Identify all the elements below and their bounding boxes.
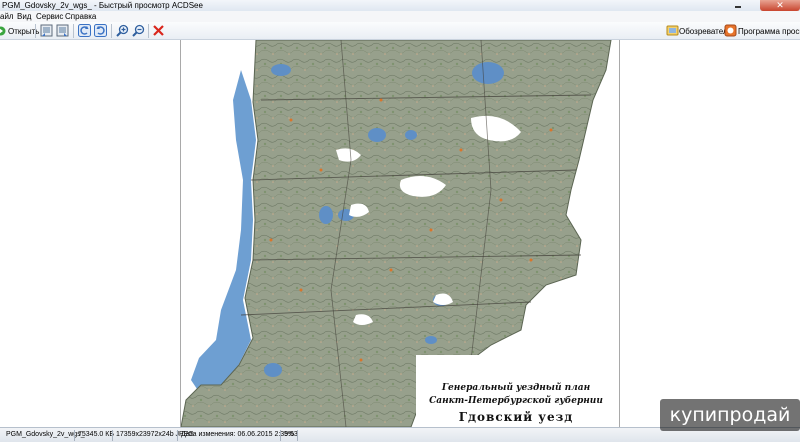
status-divider <box>280 430 281 441</box>
menu-service[interactable]: Сервис <box>36 11 63 22</box>
minimize-button[interactable] <box>733 1 743 9</box>
viewer-button[interactable]: Программа просмотр <box>722 23 800 38</box>
browser-icon <box>666 25 679 36</box>
toolbar-separator <box>111 24 112 38</box>
menu-file[interactable]: айл <box>0 11 14 22</box>
watermark: купипродай <box>660 399 800 431</box>
viewer-icon <box>724 24 737 37</box>
next-image-icon[interactable] <box>56 24 69 37</box>
status-divider <box>297 430 298 441</box>
toolbar-separator <box>35 24 36 38</box>
zoom-out-icon[interactable] <box>132 24 145 37</box>
viewer-label: Программа просмотр <box>738 27 800 36</box>
close-icon: ✕ <box>776 0 784 10</box>
menu-view[interactable]: Вид <box>17 11 31 22</box>
menu-bar: айл Вид Сервис Справка <box>0 11 800 22</box>
map-caption: Генеральный уездный план Санкт-Петербург… <box>416 382 616 426</box>
status-divider <box>177 430 178 441</box>
window-title: PGM_Gdovsky_2v_wgs_ - Быстрый просмотр A… <box>2 1 203 10</box>
toolbar-separator <box>148 24 149 38</box>
previous-image-icon[interactable] <box>40 24 53 37</box>
image-canvas[interactable]: Генеральный уездный план Санкт-Петербург… <box>180 40 620 427</box>
zoom-in-icon[interactable] <box>116 24 129 37</box>
toolbar: Открыть Обозреватель Программа прос <box>0 22 800 40</box>
map-image <box>181 40 619 427</box>
app-window: PGM_Gdovsky_2v_wgs_ - Быстрый просмотр A… <box>0 0 800 442</box>
toolbar-separator <box>73 24 74 38</box>
title-bar: PGM_Gdovsky_2v_wgs_ - Быстрый просмотр A… <box>0 0 800 11</box>
status-filesize: 75345.0 КБ <box>78 431 114 438</box>
close-window-button[interactable]: ✕ <box>760 0 800 11</box>
rotate-right-icon[interactable] <box>94 24 107 37</box>
status-zoom: 5% <box>284 431 295 438</box>
open-button[interactable]: Открыть <box>0 23 39 38</box>
map-caption-line3: Гдовский уезд <box>458 410 574 424</box>
menu-help[interactable]: Справка <box>65 11 96 22</box>
status-filename: PGM_Gdovsky_2v_wgs_ <box>6 431 85 438</box>
delete-icon[interactable] <box>152 24 165 37</box>
status-divider <box>74 430 75 441</box>
map-caption-line2: Санкт-Петербургской губернии <box>429 396 603 406</box>
status-divider <box>112 430 113 441</box>
viewer-content: Генеральный уездный план Санкт-Петербург… <box>0 40 800 427</box>
map-caption-line1: Генеральный уездный план <box>441 383 591 393</box>
browser-button[interactable]: Обозреватель <box>664 23 732 38</box>
rotate-left-icon[interactable] <box>78 24 91 37</box>
